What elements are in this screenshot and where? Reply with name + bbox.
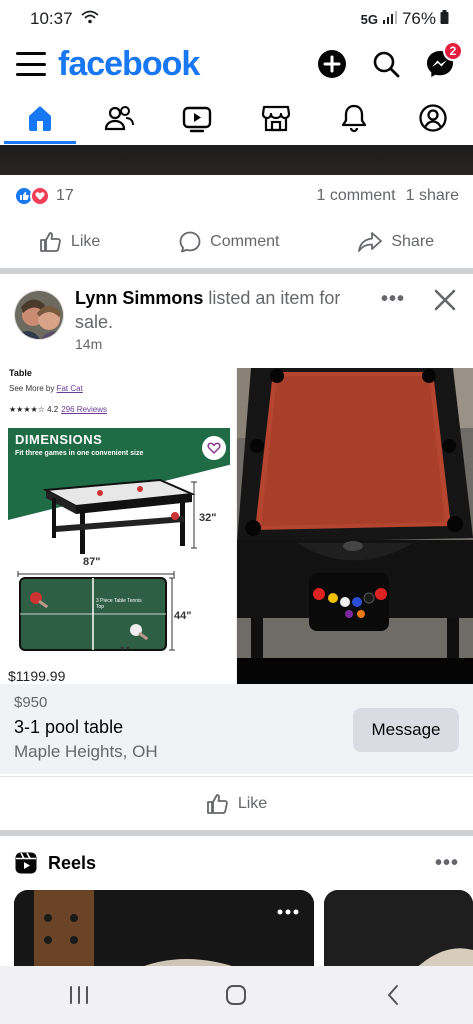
reels-title: Reels bbox=[48, 852, 97, 873]
home-icon bbox=[29, 106, 51, 131]
reels-header: Reels ••• bbox=[0, 842, 473, 884]
share-icon bbox=[358, 232, 383, 252]
battery-icon bbox=[440, 9, 449, 29]
post-header: Lynn Simmons listed an item for sale. 14… bbox=[0, 282, 473, 360]
plus-icon bbox=[318, 50, 346, 78]
back-icon bbox=[388, 985, 399, 1005]
marketplace-icon bbox=[261, 105, 290, 132]
listing-like-label: Like bbox=[237, 794, 268, 812]
post-divider bbox=[0, 268, 473, 274]
bell-icon bbox=[342, 104, 367, 133]
dimensions-subtitle: Fit three games in one convenient size bbox=[15, 450, 144, 457]
home-nav-icon bbox=[226, 985, 247, 1005]
width-dimension: 44" bbox=[174, 610, 192, 622]
menu-icon[interactable] bbox=[16, 52, 46, 76]
status-time: 10:37 bbox=[30, 9, 73, 28]
battery-level: 76% bbox=[401, 9, 436, 28]
author-name[interactable]: Lynn Simmons bbox=[75, 288, 203, 308]
comment-icon bbox=[179, 231, 201, 253]
reels-more-options[interactable]: ••• bbox=[435, 852, 459, 875]
ping-pong-label: 3 Piece Table Tennis Top bbox=[96, 598, 142, 610]
friends-icon bbox=[104, 106, 134, 131]
reels-icon bbox=[15, 852, 37, 874]
length-dimension: 87" bbox=[83, 556, 101, 568]
comment-label: Comment bbox=[210, 233, 280, 250]
post-headline: Lynn Simmons listed an item for sale. bbox=[75, 286, 365, 334]
facebook-logo[interactable]: facebook bbox=[58, 45, 200, 84]
tab-notifications[interactable] bbox=[328, 92, 380, 144]
product-image-rating: ★★★★☆ 4.2 296 Reviews bbox=[9, 405, 108, 414]
listing-like-button[interactable]: Like bbox=[0, 776, 473, 830]
tab-profile[interactable] bbox=[407, 92, 459, 144]
profile-icon bbox=[419, 104, 447, 132]
like-button[interactable]: Like bbox=[27, 224, 112, 260]
section-divider bbox=[0, 830, 473, 836]
post-time[interactable]: 14m bbox=[75, 336, 102, 352]
tab-bar bbox=[0, 92, 473, 144]
comment-count[interactable]: 1 comment bbox=[316, 187, 395, 205]
system-nav-bar bbox=[0, 966, 473, 1024]
like-label: Like bbox=[70, 233, 101, 250]
ping-pong-top-drawing bbox=[19, 577, 167, 651]
recent-apps-button[interactable] bbox=[49, 975, 109, 1015]
messenger-button[interactable]: 2 bbox=[423, 41, 463, 81]
tab-marketplace[interactable] bbox=[250, 92, 302, 144]
previous-post-media[interactable] bbox=[0, 145, 473, 175]
network-type: 5G bbox=[360, 11, 378, 27]
create-button[interactable] bbox=[315, 47, 349, 81]
heart-icon bbox=[202, 436, 226, 460]
tab-home[interactable] bbox=[4, 92, 76, 144]
close-icon bbox=[434, 289, 456, 311]
recents-icon bbox=[69, 986, 88, 1004]
reaction-summary[interactable]: 17 1 comment 1 share bbox=[0, 180, 473, 212]
post-more-options[interactable]: ••• bbox=[381, 288, 405, 311]
share-label: Share bbox=[391, 233, 435, 250]
messenger-badge: 2 bbox=[443, 41, 463, 61]
tab-video[interactable] bbox=[171, 92, 223, 144]
product-image-title: Table bbox=[9, 368, 32, 378]
signal-icon bbox=[382, 9, 398, 29]
product-spec-image[interactable]: Table See More by Fat Cat ★★★★☆ 4.2 296 R… bbox=[0, 368, 237, 684]
thumbs-up-icon bbox=[206, 793, 228, 814]
home-nav-button[interactable] bbox=[206, 975, 266, 1015]
post-actions: Like Comment Share bbox=[0, 220, 473, 264]
back-button[interactable] bbox=[364, 975, 424, 1015]
love-reaction-icon bbox=[30, 186, 50, 206]
product-image-price: $1199.99 bbox=[8, 668, 66, 684]
thumbs-up-icon bbox=[40, 232, 61, 252]
reel-card[interactable] bbox=[324, 890, 473, 970]
status-bar: 10:37 5G 76% bbox=[0, 0, 473, 38]
reel-card[interactable] bbox=[14, 890, 314, 970]
listing-images[interactable]: Table See More by Fat Cat ★★★★☆ 4.2 296 R… bbox=[0, 368, 473, 684]
video-icon bbox=[182, 106, 212, 133]
comment-button[interactable]: Comment bbox=[166, 224, 291, 260]
search-button[interactable] bbox=[369, 47, 403, 81]
app-header: facebook 2 bbox=[0, 38, 473, 90]
height-dimension: 32" bbox=[199, 512, 217, 524]
message-button[interactable]: Message bbox=[353, 708, 459, 752]
reaction-count: 17 bbox=[56, 187, 74, 204]
share-button[interactable]: Share bbox=[345, 224, 446, 260]
tab-friends[interactable] bbox=[93, 92, 145, 144]
pool-table-photo[interactable] bbox=[237, 368, 473, 684]
listing-info[interactable]: $950 3-1 pool table Maple Heights, OH Me… bbox=[0, 684, 473, 774]
air-hockey-table-drawing bbox=[42, 478, 196, 554]
search-icon bbox=[373, 51, 400, 78]
product-image-seller: See More by Fat Cat bbox=[9, 384, 83, 393]
dimensions-title: DIMENSIONS bbox=[15, 432, 103, 447]
author-avatar[interactable] bbox=[14, 290, 64, 340]
hide-post-button[interactable] bbox=[431, 286, 459, 314]
share-count[interactable]: 1 share bbox=[406, 187, 459, 205]
wifi-icon bbox=[80, 9, 99, 29]
